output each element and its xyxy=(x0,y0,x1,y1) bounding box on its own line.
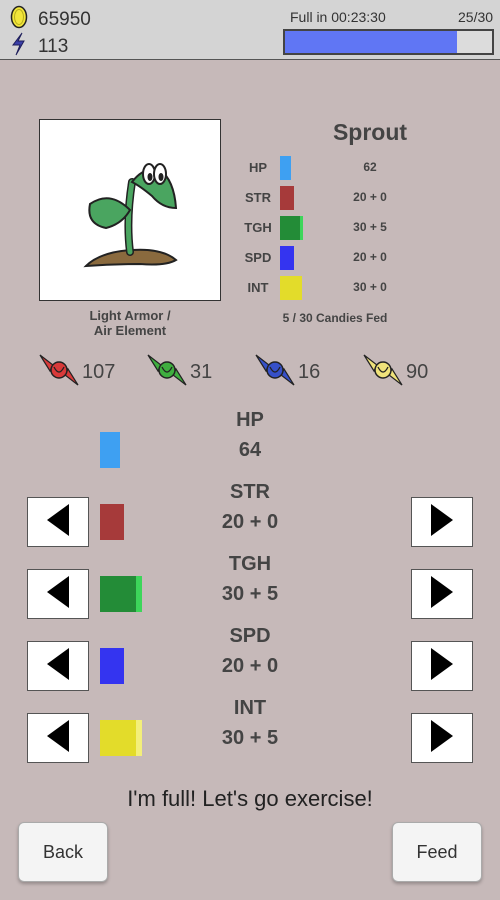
mini-stat-str: STR 20 + 0 xyxy=(238,186,408,210)
stat-bonus-bar xyxy=(136,720,142,756)
mini-stat-int: INT 30 + 0 xyxy=(238,276,408,300)
fullness-timer: Full in 00:23:30 xyxy=(290,9,386,25)
gem-count: 113 xyxy=(38,35,69,57)
pet-name: Sprout xyxy=(332,119,408,145)
increase-spd-button[interactable] xyxy=(411,641,473,691)
decrease-str-button[interactable] xyxy=(27,497,89,547)
mini-stat-label: SPD xyxy=(244,250,272,265)
arrow-left-icon xyxy=(45,574,71,615)
stat-row-int: INT 30 + 5 xyxy=(150,696,350,750)
gem-counter: 113 xyxy=(10,32,68,61)
arrow-right-icon xyxy=(429,718,455,759)
mini-stat-hp: HP 62 xyxy=(238,156,408,180)
mini-stat-value: 62 xyxy=(363,160,377,174)
gold-coin-icon xyxy=(10,5,28,34)
stat-row-spd: SPD 20 + 0 xyxy=(150,624,350,678)
stat-bar-tgh xyxy=(100,576,142,612)
crystal-icon xyxy=(10,32,26,61)
feed-button[interactable]: Feed xyxy=(392,822,482,882)
decrease-int-button[interactable] xyxy=(27,713,89,763)
mini-stat-value: 20 + 0 xyxy=(353,190,387,204)
stat-value: 30 + 5 xyxy=(221,727,279,749)
candy-count: 90 xyxy=(406,360,429,383)
fullness-bar xyxy=(283,29,494,55)
decrease-tgh-button[interactable] xyxy=(27,569,89,619)
increase-int-button[interactable] xyxy=(411,713,473,763)
stat-row-tgh: TGH 30 + 5 xyxy=(150,552,350,606)
stat-value: 20 + 0 xyxy=(221,655,279,677)
candy-icon xyxy=(146,351,188,394)
mini-stat-bar xyxy=(280,276,302,300)
arrow-right-icon xyxy=(429,502,455,543)
stat-value: 30 + 5 xyxy=(221,583,279,605)
candy-icon xyxy=(38,351,80,394)
candy-icon xyxy=(254,351,296,394)
stat-name: SPD xyxy=(229,625,271,647)
fullness-bar-fill xyxy=(285,31,458,53)
stat-bar-hp xyxy=(100,432,120,468)
pet-element-line1: Light Armor / xyxy=(89,308,171,323)
mini-stat-value: 30 + 5 xyxy=(353,220,387,234)
mini-stat-bonus-bar xyxy=(300,216,303,240)
stat-value: 20 + 0 xyxy=(221,511,279,533)
stat-name: INT xyxy=(233,697,267,719)
pet-element-line2: Air Element xyxy=(93,323,167,338)
candy-count: 107 xyxy=(82,360,116,383)
mini-stat-label: STR xyxy=(245,190,271,205)
candy-count: 31 xyxy=(190,360,213,383)
increase-str-button[interactable] xyxy=(411,497,473,547)
mini-stat-bar xyxy=(280,186,294,210)
arrow-left-icon xyxy=(45,718,71,759)
mini-stat-bar xyxy=(280,156,291,180)
sprout-plant-icon xyxy=(40,163,220,304)
mini-stat-spd: SPD 20 + 0 xyxy=(238,246,408,270)
pet-portrait xyxy=(39,119,221,301)
stat-name: HP xyxy=(236,409,264,431)
stat-row-str: STR 20 + 0 xyxy=(150,480,350,534)
stat-value: 64 xyxy=(238,439,262,461)
stat-name: TGH xyxy=(228,553,272,575)
stat-bar-int xyxy=(100,720,142,756)
pet-element-label: Light Armor / Air Element xyxy=(39,308,221,338)
mini-stat-value: 30 + 0 xyxy=(353,280,387,294)
arrow-left-icon xyxy=(45,502,71,543)
fullness-count: 25/30 xyxy=(458,9,494,25)
stat-name: STR xyxy=(230,481,270,503)
back-button[interactable]: Back xyxy=(18,822,108,882)
candy-icon xyxy=(362,351,404,394)
blue-candy[interactable]: 16 xyxy=(254,352,320,392)
coin-counter: 65950 xyxy=(10,5,91,34)
mini-stat-bar xyxy=(280,216,303,240)
top-bar: 65950 113 Full in 00:23:30 25/30 xyxy=(0,0,500,60)
increase-tgh-button[interactable] xyxy=(411,569,473,619)
arrow-right-icon xyxy=(429,646,455,687)
stat-bar-spd xyxy=(100,648,124,684)
mini-stat-tgh: TGH 30 + 5 xyxy=(238,216,408,240)
arrow-left-icon xyxy=(45,646,71,687)
mini-stat-label: INT xyxy=(247,280,269,295)
red-candy[interactable]: 107 xyxy=(38,352,115,392)
yellow-candy[interactable]: 90 xyxy=(362,352,428,392)
arrow-right-icon xyxy=(429,574,455,615)
decrease-spd-button[interactable] xyxy=(27,641,89,691)
green-candy[interactable]: 31 xyxy=(146,352,212,392)
mini-stat-label: TGH xyxy=(244,220,272,235)
mini-stat-value: 20 + 0 xyxy=(353,250,387,264)
mini-stat-label: HP xyxy=(248,160,268,175)
candy-count: 16 xyxy=(298,360,321,383)
status-message: I'm full! Let's go exercise! xyxy=(127,786,373,811)
stat-row-hp: HP 64 xyxy=(150,408,350,462)
coin-count: 65950 xyxy=(38,8,91,30)
candies-fed-label: 5 / 30 Candies Fed xyxy=(282,311,388,325)
mini-stat-bar xyxy=(280,246,294,270)
stat-bonus-bar xyxy=(136,576,142,612)
stat-bar-str xyxy=(100,504,124,540)
